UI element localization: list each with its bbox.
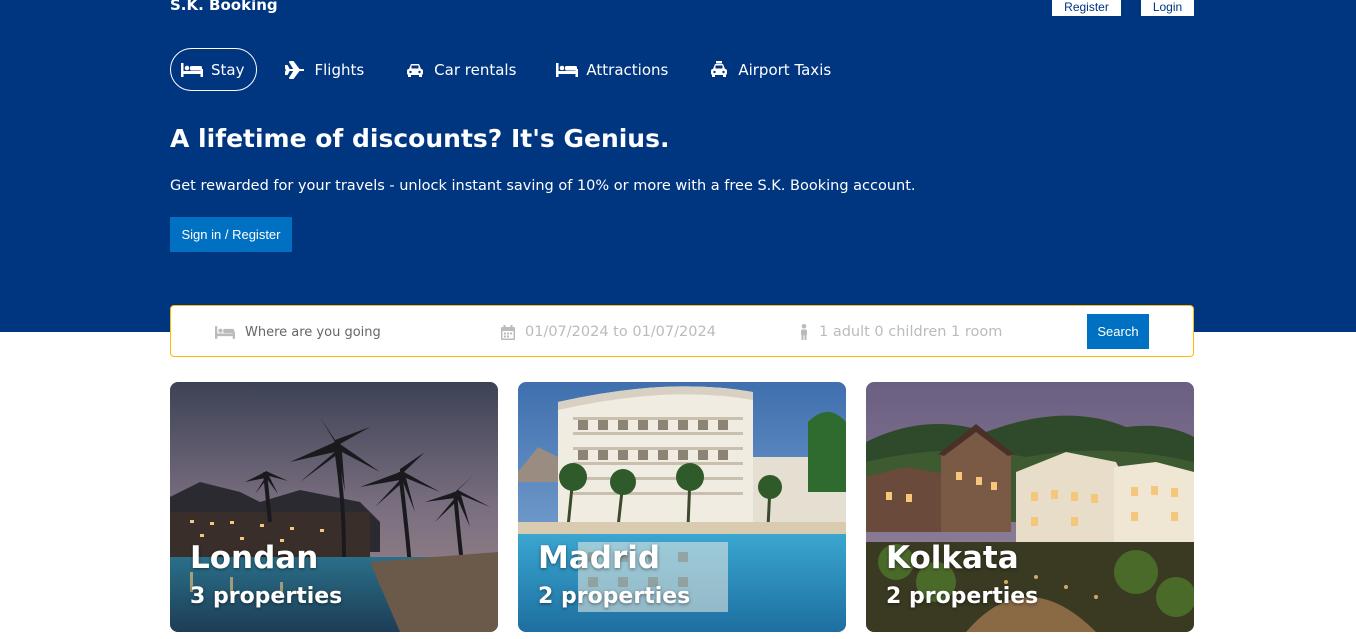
register-button[interactable]: Register <box>1052 0 1121 16</box>
search-bar: Where are you going 01/07/2024 to 01/07/… <box>170 305 1194 357</box>
hero-title: A lifetime of discounts? It's Genius. <box>170 124 670 153</box>
card-city: Londan <box>190 540 319 576</box>
nav-bar: Stay Flights Car rentals Attractions Air… <box>170 48 860 91</box>
plane-icon <box>284 60 306 79</box>
nav-item-car-rentals[interactable]: Car rentals <box>393 48 529 91</box>
hero-header: S.K. Booking Register Login Stay Flights… <box>0 0 1356 332</box>
destination-card-madrid[interactable]: Madrid 2 properties <box>518 382 846 632</box>
date-range: 01/07/2024 to 01/07/2024 <box>525 324 716 340</box>
logo[interactable]: S.K. Booking <box>170 0 278 14</box>
destination-field[interactable]: Where are you going <box>215 306 381 358</box>
card-city: Kolkata <box>886 540 1019 576</box>
bed-icon <box>181 62 203 78</box>
person-icon <box>799 324 809 340</box>
card-city: Madrid <box>538 540 661 576</box>
nav-item-airport-taxis[interactable]: Airport Taxis <box>697 48 844 91</box>
bed-icon <box>556 62 579 78</box>
search-button[interactable]: Search <box>1087 314 1149 349</box>
nav-item-label: Attractions <box>586 60 669 79</box>
nav-item-label: Flights <box>314 60 365 79</box>
guests-summary: 1 adult 0 children 1 room <box>819 324 1003 340</box>
nav-item-label: Airport Taxis <box>738 60 832 79</box>
bed-icon <box>215 325 235 339</box>
calendar-icon <box>501 324 515 340</box>
nav-item-label: Stay <box>211 60 245 79</box>
nav-item-attractions[interactable]: Attractions <box>545 48 681 91</box>
login-button[interactable]: Login <box>1141 0 1194 16</box>
destination-card-londan[interactable]: Londan 3 properties <box>170 382 498 632</box>
card-properties: 3 properties <box>190 584 343 609</box>
guests-field[interactable]: 1 adult 0 children 1 room <box>799 306 1002 358</box>
card-properties: 2 properties <box>538 584 691 609</box>
card-properties: 2 properties <box>886 584 1039 609</box>
destination-placeholder: Where are you going <box>245 324 381 340</box>
nav-item-stay[interactable]: Stay <box>170 48 258 91</box>
nav-item-label: Car rentals <box>434 60 517 79</box>
hero-subtitle: Get rewarded for your travels - unlock i… <box>170 178 916 194</box>
date-field[interactable]: 01/07/2024 to 01/07/2024 <box>501 306 716 358</box>
taxi-icon <box>708 61 730 78</box>
car-icon <box>404 62 426 78</box>
destination-card-kolkata[interactable]: Kolkata 2 properties <box>866 382 1194 632</box>
signin-register-button[interactable]: Sign in / Register <box>170 217 292 252</box>
nav-item-flights[interactable]: Flights <box>273 48 377 91</box>
